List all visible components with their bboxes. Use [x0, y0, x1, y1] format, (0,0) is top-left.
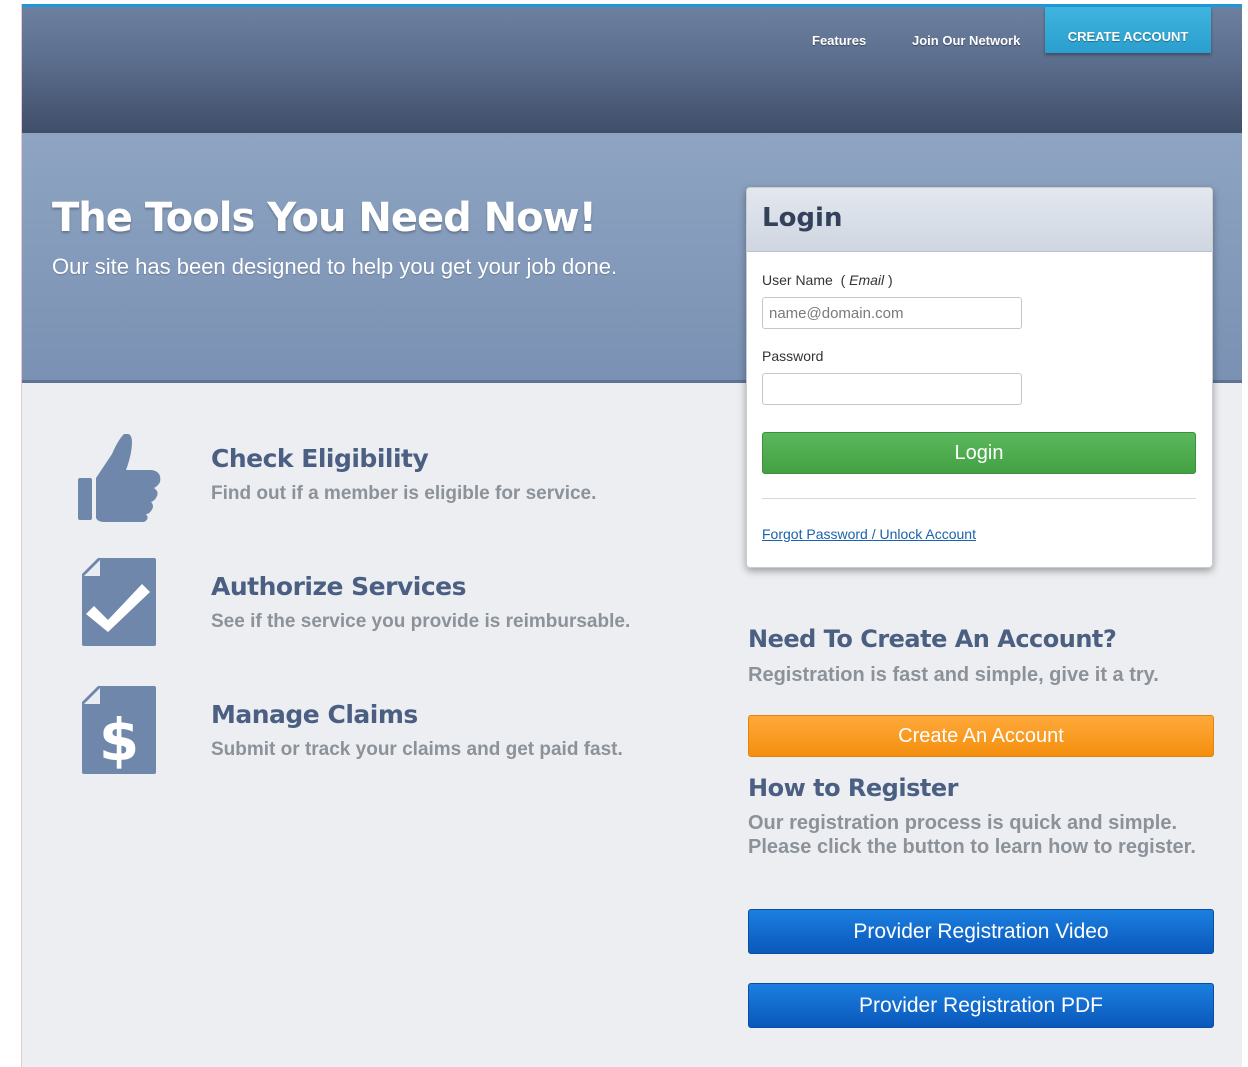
how-to-register-title: How to Register — [748, 774, 958, 802]
provider-registration-pdf-button[interactable]: Provider Registration PDF — [748, 983, 1214, 1028]
create-account-title: Need To Create An Account? — [748, 625, 1117, 653]
login-panel: Login User Name ( Email ) Password Login… — [746, 187, 1213, 568]
feature-desc-check-eligibility: Find out if a member is eligible for ser… — [211, 483, 597, 504]
login-divider — [762, 498, 1196, 499]
username-label-text: User Name — [762, 272, 833, 288]
login-panel-header: Login — [747, 188, 1212, 252]
username-label: User Name ( Email ) — [762, 272, 893, 288]
username-input[interactable] — [762, 297, 1022, 329]
dollar-document-icon: $ — [82, 686, 156, 774]
provider-registration-video-button[interactable]: Provider Registration Video — [748, 909, 1214, 954]
feature-title-authorize-services: Authorize Services — [211, 572, 467, 601]
nav-create-account-button[interactable]: CREATE ACCOUNT — [1045, 7, 1211, 53]
create-account-button[interactable]: Create An Account — [748, 715, 1214, 757]
login-button[interactable]: Login — [762, 432, 1196, 474]
forgot-password-link[interactable]: Forgot Password / Unlock Account — [762, 526, 976, 542]
password-label: Password — [762, 348, 824, 364]
feature-desc-authorize-services: See if the service you provide is reimbu… — [211, 611, 631, 632]
checklist-icon — [82, 558, 156, 646]
feature-desc-manage-claims: Submit or track your claims and get paid… — [211, 739, 623, 760]
username-label-hint: Email — [849, 272, 885, 288]
svg-text:$: $ — [99, 706, 139, 774]
how-to-register-text: Our registration process is quick and si… — [748, 812, 1196, 858]
hero-title: The Tools You Need Now! — [52, 195, 597, 241]
page: Features Join Our Network CREATE ACCOUNT… — [21, 4, 1242, 1067]
nav-link-features[interactable]: Features — [812, 33, 866, 48]
hero-subtitle: Our site has been designed to help you g… — [52, 254, 618, 279]
nav-link-join-our-network[interactable]: Join Our Network — [912, 33, 1020, 48]
feature-title-check-eligibility: Check Eligibility — [211, 444, 429, 473]
password-input[interactable] — [762, 373, 1022, 405]
create-account-text: Registration is fast and simple, give it… — [748, 664, 1159, 686]
login-panel-title: Login — [762, 203, 843, 233]
feature-title-manage-claims: Manage Claims — [211, 700, 418, 729]
top-navigation-bar: Features Join Our Network CREATE ACCOUNT — [22, 4, 1242, 133]
thumbs-up-icon — [78, 434, 161, 522]
